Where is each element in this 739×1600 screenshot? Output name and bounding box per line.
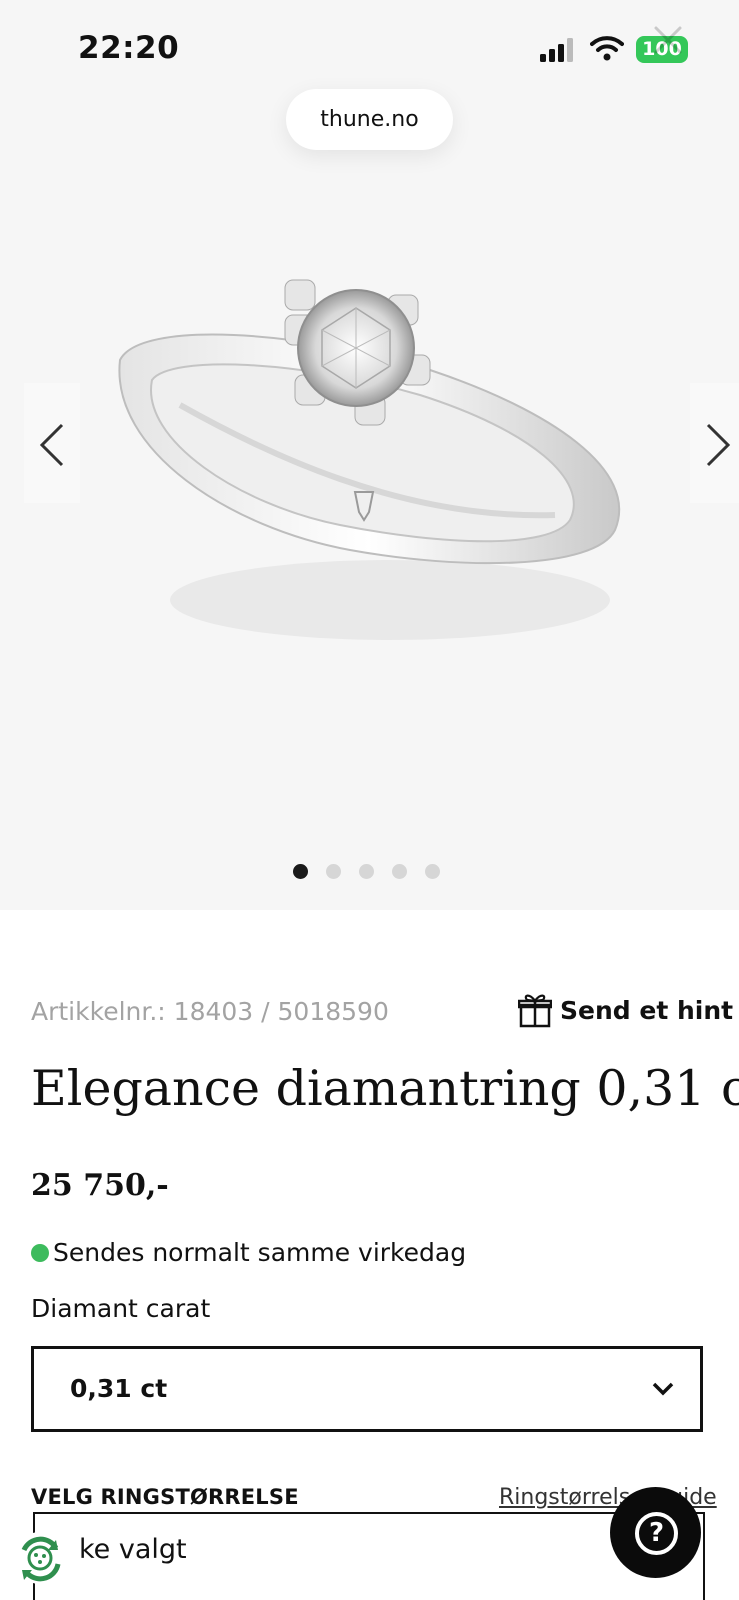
url-bar[interactable]: thune.no — [286, 89, 453, 150]
carat-select[interactable]: 0,31 ct — [31, 1346, 703, 1432]
product-gallery: 22:20 100 thune.no — [0, 0, 739, 910]
carat-label: Diamant carat — [31, 1294, 211, 1323]
gallery-pagination — [293, 864, 458, 880]
gallery-dot[interactable] — [293, 864, 308, 879]
stock-status-text: Sendes normalt samme virkedag — [53, 1238, 467, 1267]
gallery-dot[interactable] — [392, 864, 407, 879]
gallery-dot[interactable] — [359, 864, 374, 879]
ring-size-select-value: ke valgt — [79, 1534, 187, 1565]
send-hint-button[interactable]: Send et hint — [518, 990, 733, 1030]
article-number: Artikkelnr.: 18403 / 5018590 — [31, 997, 389, 1026]
gallery-next-button[interactable] — [690, 383, 739, 503]
signal-icon — [540, 38, 573, 62]
gift-icon — [518, 994, 552, 1028]
ring-size-label: VELG RINGSTØRRELSE — [31, 1485, 299, 1509]
stock-status-dot — [31, 1243, 49, 1262]
product-image-ring[interactable] — [100, 260, 660, 730]
product-price: 25 750,- — [31, 1168, 169, 1203]
close-icon[interactable] — [648, 20, 688, 60]
gallery-dot[interactable] — [326, 864, 341, 879]
wifi-icon — [590, 36, 624, 61]
recycle-icon[interactable] — [12, 1530, 68, 1586]
gallery-dot[interactable] — [425, 864, 440, 879]
question-icon: ? — [635, 1512, 678, 1555]
status-bar: 22:20 100 — [0, 0, 739, 90]
chevron-right-icon — [706, 423, 731, 467]
gallery-prev-button[interactable] — [24, 383, 80, 503]
status-time: 22:20 — [78, 30, 180, 66]
product-title: Elegance diamantring 0,31 ct — [31, 1060, 739, 1117]
chevron-left-icon — [39, 423, 64, 467]
send-hint-label: Send et hint — [560, 995, 734, 1025]
help-chat-button[interactable]: ? — [610, 1487, 701, 1578]
ring-size-select[interactable]: ke valgt — [33, 1512, 705, 1600]
stock-status: Sendes normalt samme virkedag — [31, 1238, 466, 1267]
chevron-down-icon — [652, 1382, 674, 1396]
carat-select-value: 0,31 ct — [70, 1374, 168, 1403]
